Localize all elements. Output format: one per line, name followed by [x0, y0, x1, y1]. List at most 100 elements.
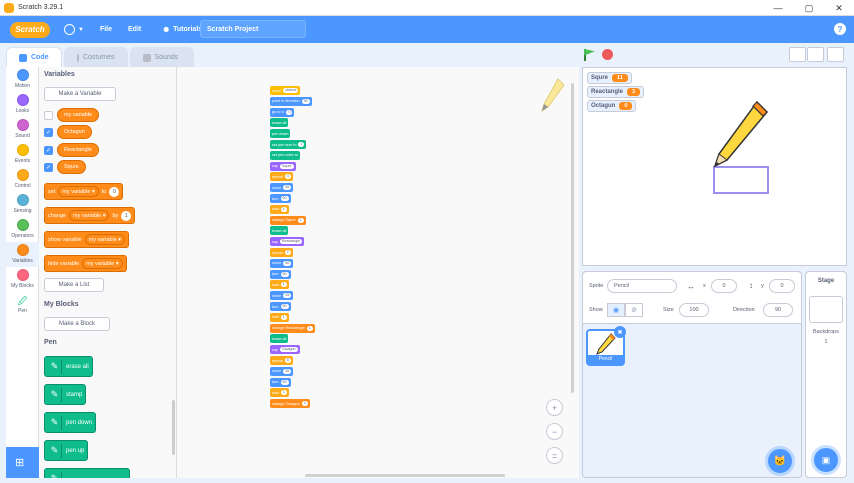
hide-variable-block[interactable]: hide variable my variable ▾ [44, 255, 127, 272]
workspace-vertical-scrollbar[interactable] [571, 83, 574, 393]
script-block[interactable]: say Squre [270, 161, 296, 171]
script-block-value[interactable]: 1 [306, 325, 313, 331]
erase-all-block[interactable]: ✎ erase all [44, 356, 93, 377]
variable-reporter[interactable]: Reactangle [57, 143, 99, 157]
script-block-value[interactable]: Squre [279, 163, 294, 169]
category-my-blocks[interactable]: My Blocks [6, 267, 39, 292]
variable-checkbox[interactable]: ✓ [44, 127, 53, 137]
script-block[interactable]: move 50 [270, 258, 294, 268]
choose-backdrop-button[interactable]: ▣ [814, 448, 838, 472]
script-block-value[interactable]: 25 [283, 293, 292, 299]
tab-costumes[interactable]: Costumes [63, 47, 128, 67]
scratch-logo[interactable]: Scratch [10, 21, 50, 38]
script-block-value[interactable]: 90 [280, 196, 289, 201]
workspace-horizontal-scrollbar[interactable] [305, 474, 505, 477]
category-pen[interactable]: 🖉 Pen [6, 292, 39, 317]
script-block-value[interactable]: 30 [283, 368, 292, 374]
variable-dropdown[interactable]: my variable ▾ [58, 186, 99, 197]
script-block-value[interactable]: 45 [280, 379, 289, 385]
script-block[interactable]: move 50 [270, 183, 294, 193]
language-globe-icon[interactable] [64, 24, 75, 35]
chevron-down-icon[interactable]: ▼ [78, 27, 84, 33]
script-block[interactable]: move 25 [270, 291, 294, 301]
tab-code[interactable]: Code [6, 47, 62, 67]
script-block[interactable]: say Reactangle [270, 237, 305, 247]
script-block[interactable]: when clicked [270, 86, 301, 95]
script-block-value[interactable]: 90 [280, 304, 289, 309]
stage-target-pane[interactable]: Stage Backdrops 1 [805, 271, 847, 478]
add-extension-button[interactable]: ⊞ [6, 447, 39, 478]
script-block[interactable]: turn 90 [270, 302, 291, 311]
script-block-value[interactable]: 50 [283, 185, 292, 191]
show-variable-block[interactable]: show variable my variable ▾ [44, 231, 130, 248]
variable-dropdown[interactable]: my variable ▾ [69, 210, 110, 221]
category-sound[interactable]: Sound [6, 117, 39, 142]
script-workspace[interactable] [177, 67, 579, 478]
script-block-value[interactable]: 1 [297, 217, 304, 223]
script-block[interactable]: erase all [270, 334, 289, 344]
sprite-name-input[interactable]: Pencil [607, 279, 677, 293]
choose-sprite-button[interactable]: 🐱 [768, 449, 792, 473]
variable-monitor-reactangle[interactable]: Reactangle 3 [587, 86, 645, 98]
script-block-value[interactable]: 0 [286, 109, 293, 115]
variable-checkbox[interactable]: ✓ [44, 145, 53, 155]
pen-up-block[interactable]: ✎ pen up [44, 440, 89, 461]
make-list-button[interactable]: Make a List [44, 278, 104, 292]
large-stage-button[interactable] [807, 47, 824, 62]
script-block[interactable]: repeat 8 [270, 356, 293, 365]
script-block[interactable]: move 30 [270, 366, 294, 376]
category-variables[interactable]: Variables [6, 242, 39, 267]
stage-backdrop-thumbnail[interactable] [809, 296, 843, 323]
y-input[interactable]: 0 [769, 279, 795, 293]
script-block[interactable]: go to x: 0 [270, 107, 295, 117]
script-block-value[interactable]: Octagun [279, 347, 298, 353]
category-control[interactable]: Control [6, 167, 39, 192]
script-block[interactable]: wait 1 [270, 388, 289, 398]
set-variable-block[interactable]: set my variable ▾ to 0 [44, 183, 124, 200]
script-block-value[interactable]: 1 [280, 390, 287, 396]
script-block[interactable]: wait 1 [270, 312, 289, 322]
script-block[interactable]: turn 90 [270, 269, 291, 279]
script-block-value[interactable]: 90 [280, 271, 289, 277]
variable-dropdown[interactable]: my variable ▾ [84, 234, 126, 245]
pen-down-block[interactable]: ✎ pen down [44, 412, 97, 433]
x-input[interactable]: 0 [711, 279, 737, 293]
script-block[interactable]: turn 45 [270, 377, 291, 387]
script-block-value[interactable]: clicked [283, 88, 299, 93]
category-operators[interactable]: Operators [6, 217, 39, 242]
script-block-value[interactable]: 50 [283, 260, 292, 266]
script-block[interactable]: erase all [270, 118, 289, 128]
change-variable-block[interactable]: change my variable ▾ by 1 [44, 207, 136, 224]
script-block-value[interactable]: 2 [284, 250, 291, 255]
value-input[interactable]: 1 [121, 210, 132, 221]
script-block[interactable]: change Octagun 1 [270, 399, 310, 409]
stage-canvas[interactable]: Squre 11 Reactangle 3 Octagun 0 [582, 67, 847, 266]
script-block[interactable]: set pen color to [270, 150, 300, 160]
tab-sounds[interactable]: Sounds [129, 47, 194, 67]
help-icon[interactable]: ? [834, 23, 846, 35]
make-variable-button[interactable]: Make a Variable [44, 87, 116, 101]
show-visible-eye-icon[interactable]: ◉ [607, 303, 625, 317]
pencil-sprite-icon[interactable] [709, 98, 771, 170]
script-block-value[interactable]: 8 [284, 358, 291, 363]
variable-checkbox[interactable] [44, 110, 53, 120]
maximize-button[interactable]: ▢ [794, 0, 824, 16]
script-block-value[interactable]: 90 [301, 98, 310, 104]
stop-icon[interactable] [602, 49, 613, 60]
script-block[interactable]: turn 90 [270, 194, 291, 203]
edit-menu[interactable]: Edit [128, 26, 141, 33]
variable-reporter[interactable]: Octagun [57, 125, 92, 139]
category-looks[interactable]: Looks [6, 92, 39, 117]
delete-sprite-icon[interactable]: ✖ [614, 326, 626, 338]
stamp-block[interactable]: ✎ stamp [44, 384, 87, 405]
tutorials-menu[interactable]: ✺ Tutorials [163, 26, 202, 34]
script-block[interactable]: set pen size to 1 [270, 140, 307, 149]
variable-monitor-octagun[interactable]: Octagun 0 [587, 100, 637, 112]
size-input[interactable]: 100 [679, 303, 709, 317]
set-pen-color-block[interactable]: ✎ [44, 468, 130, 478]
script-block[interactable]: repeat 2 [270, 248, 293, 257]
script-block-value[interactable]: 1 [280, 206, 287, 212]
hide-eye-icon[interactable]: ⊘ [625, 303, 643, 317]
green-flag-icon[interactable] [584, 49, 595, 56]
variable-monitor-squre[interactable]: Squre 11 [587, 72, 632, 84]
